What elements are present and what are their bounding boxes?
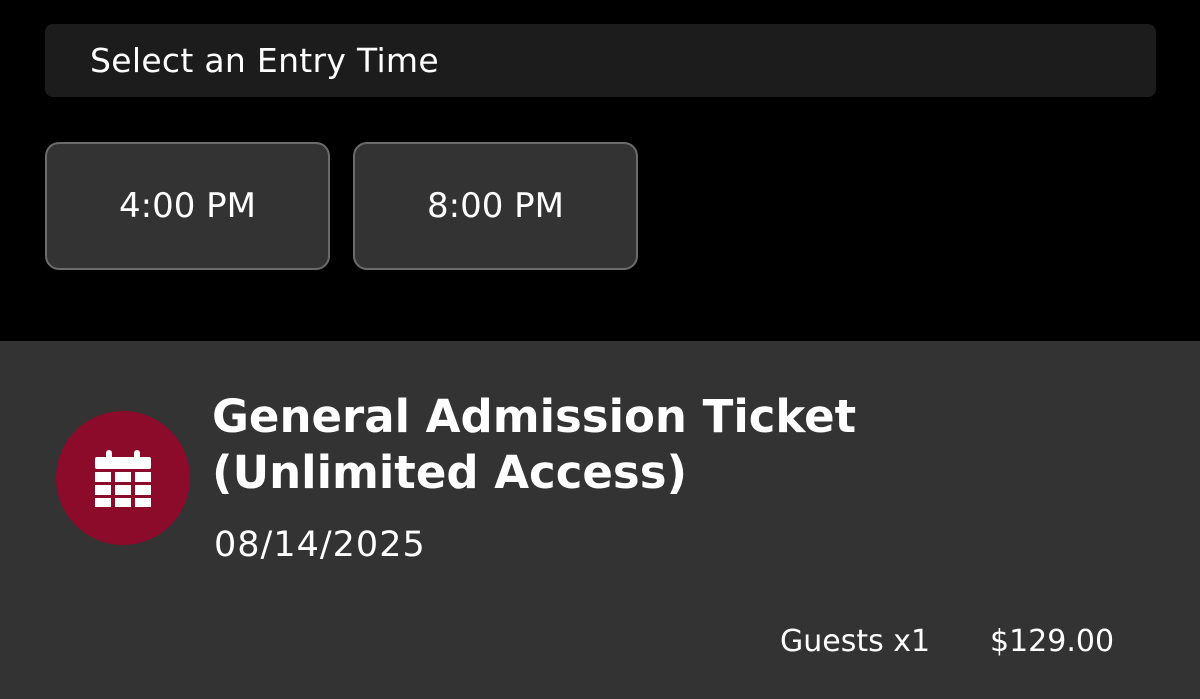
ticket-title-line-1: General Admission Ticket (212, 390, 857, 443)
ticket-price: $129.00 (990, 624, 1115, 659)
ticket-title-line-2: (Unlimited Access) (212, 446, 688, 499)
ticket-title: General Admission Ticket (Unlimited Acce… (212, 389, 1112, 501)
calendar-icon (95, 450, 151, 507)
ticket-date: 08/14/2025 (214, 525, 426, 565)
entry-time-heading: Select an Entry Time (90, 41, 439, 80)
time-option-4pm-button[interactable]: 4:00 PM (45, 142, 330, 270)
entry-time-header: Select an Entry Time (45, 24, 1156, 97)
guest-count: Guests x1 (780, 624, 931, 659)
ticket-icon-badge (56, 411, 190, 545)
time-option-8pm-button[interactable]: 8:00 PM (353, 142, 638, 270)
entry-time-section: Select an Entry Time 4:00 PM 8:00 PM (0, 0, 1200, 341)
